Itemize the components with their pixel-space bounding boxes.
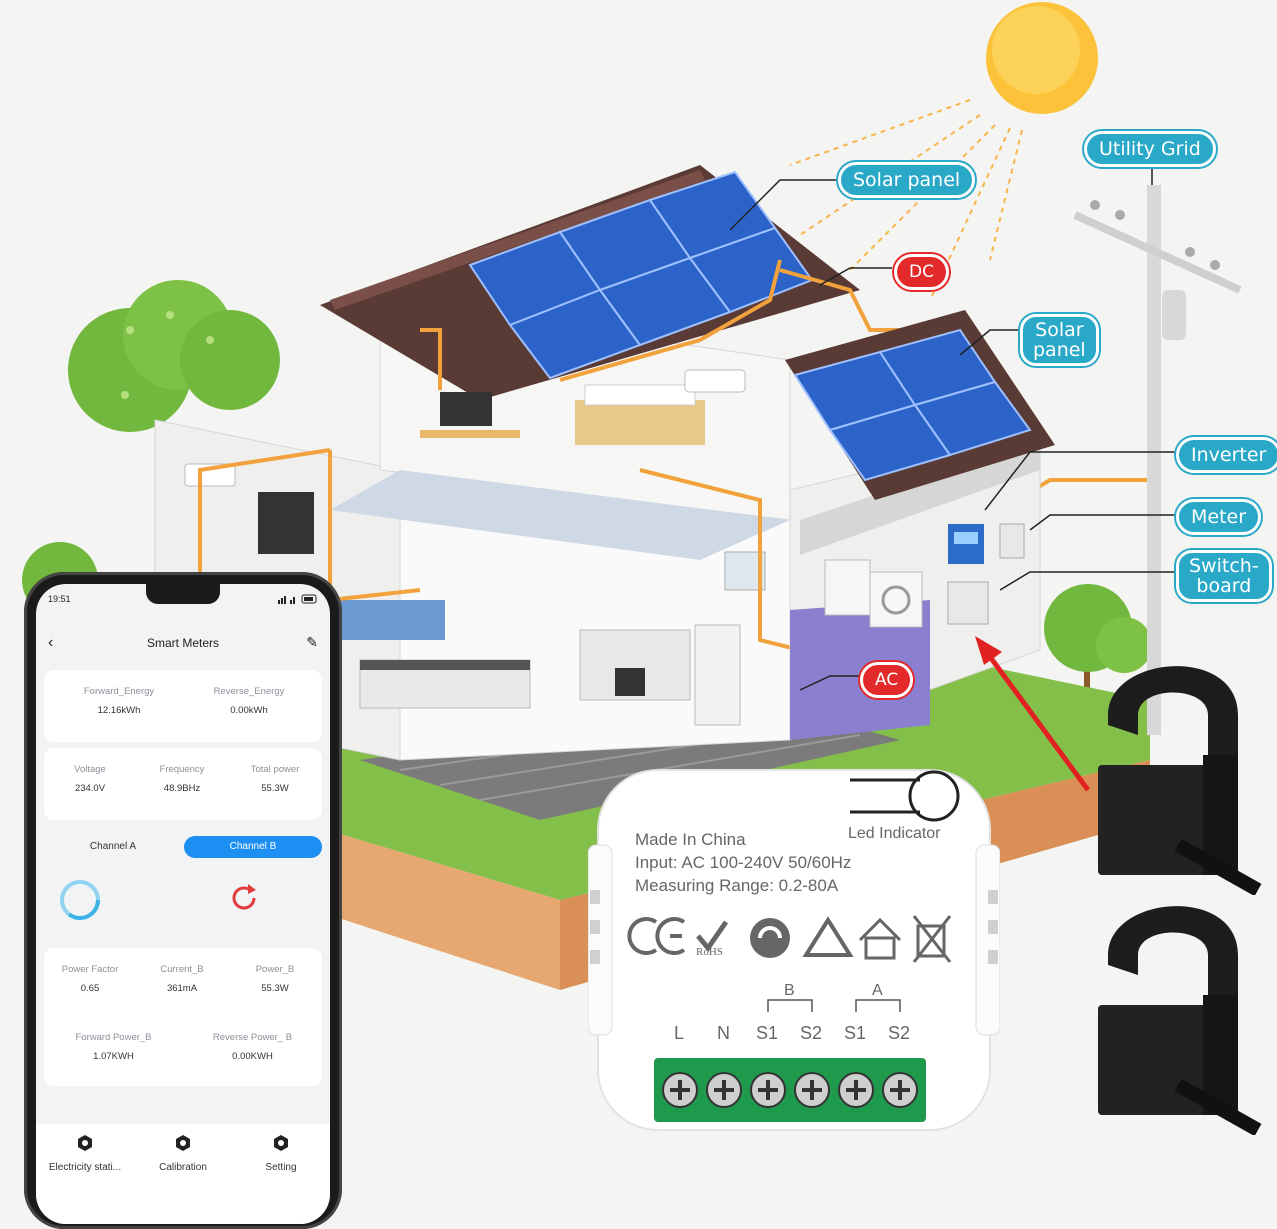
app-header: ‹ Smart Meters ✎	[36, 630, 330, 658]
status-time: 19:51	[48, 594, 71, 604]
readings-card: Voltage 234.0V Frequency 48.9BHz Total p…	[44, 748, 322, 820]
reverse-energy: Reverse_Energy 0.00kWh	[184, 686, 314, 716]
voltage-label: Voltage	[74, 764, 106, 775]
total-power-label: Total power	[250, 764, 300, 775]
terminal-label-a-s2: S2	[888, 1023, 911, 1043]
smartphone: 19:51 ‹ Smart Meters ✎ Forward_Energy 12…	[24, 572, 342, 1229]
ac-label: AC	[860, 662, 914, 698]
hexagon-gear-icon	[176, 1135, 190, 1151]
reverse-energy-label: Reverse_Energy	[213, 686, 285, 697]
frequency-label: Frequency	[159, 764, 205, 775]
utility-grid-label: Utility Grid	[1084, 131, 1216, 167]
current-b: Current_B 361mA	[136, 964, 228, 994]
group-a-label: A	[872, 982, 883, 999]
input-spec-label: Input: AC 100-240V 50/60Hz	[635, 853, 852, 872]
rohs-label: RoHS	[696, 946, 723, 958]
terminal-label-b-s2: S2	[800, 1023, 823, 1043]
calibration-button[interactable]: Calibration	[134, 1134, 232, 1173]
smart-meter-module: Made In China Input: AC 100-240V 50/60Hz…	[587, 740, 1001, 1140]
voltage-value: 234.0V	[74, 783, 106, 794]
current-clamp-bottom-icon	[1098, 906, 1262, 1135]
power-b-value: 55.3W	[261, 983, 289, 994]
current-b-label: Current_B	[160, 964, 204, 975]
electricity-stats-button[interactable]: Electricity stati...	[36, 1134, 134, 1173]
power-factor-value: 0.65	[80, 983, 100, 994]
tab-channel-a[interactable]: Channel A	[44, 836, 182, 858]
bottom-toolbar: Electricity stati... Calibration Setting	[36, 1124, 330, 1224]
setting-button[interactable]: Setting	[232, 1134, 330, 1173]
frequency: Frequency 48.9BHz	[136, 764, 228, 794]
terminal-label-a-s1: S1	[844, 1023, 867, 1043]
current-b-value: 361mA	[166, 983, 198, 994]
edit-pencil-icon[interactable]: ✎	[306, 634, 318, 651]
frequency-value: 48.9BHz	[163, 783, 201, 794]
app-screen: 19:51 ‹ Smart Meters ✎ Forward_Energy 12…	[36, 584, 330, 1224]
loading-ring-icon	[60, 880, 100, 920]
power-factor-label: Power Factor	[61, 964, 119, 975]
voltage: Voltage 234.0V	[44, 764, 136, 794]
led-indicator-label: Led Indicator	[848, 825, 941, 842]
signal-battery-icon	[278, 594, 317, 604]
forward-energy-label: Forward_Energy	[83, 686, 155, 697]
measuring-range-label: Measuring Range: 0.2-80A	[635, 876, 839, 895]
reverse-power-b-label: Reverse Power_ B	[212, 1032, 293, 1043]
calibration-label: Calibration	[159, 1162, 207, 1173]
forward-power-b: Forward Power_B 1.07KWH	[44, 1032, 183, 1062]
solar-panel-roof-label: Solar panel	[838, 162, 976, 198]
tab-channel-b[interactable]: Channel B	[184, 836, 322, 858]
power-factor: Power Factor 0.65	[44, 964, 136, 994]
setting-label: Setting	[265, 1162, 297, 1173]
power-b: Power_B 55.3W	[228, 964, 322, 994]
terminal-label-l: L	[674, 1023, 685, 1043]
total-power-value: 55.3W	[261, 783, 289, 794]
inverter-label: Inverter	[1176, 437, 1277, 473]
status-icons	[278, 594, 318, 606]
switchboard-label: Switch- board	[1176, 550, 1272, 602]
channel-b-card: Power Factor 0.65 Current_B 361mA Power_…	[44, 948, 322, 1086]
forward-energy: Forward_Energy 12.16kWh	[54, 686, 184, 716]
forward-power-b-value: 1.07KWH	[93, 1051, 134, 1062]
total-power: Total power 55.3W	[228, 764, 322, 794]
reverse-energy-value: 0.00kWh	[230, 705, 268, 716]
forward-power-b-label: Forward Power_B	[75, 1032, 152, 1043]
page-title: Smart Meters	[146, 636, 219, 650]
group-b-label: B	[784, 982, 795, 999]
forward-energy-value: 12.16kWh	[97, 705, 141, 716]
energy-card: Forward_Energy 12.16kWh Reverse_Energy 0…	[44, 670, 322, 742]
module-body	[587, 769, 1001, 1131]
reverse-power-b: Reverse Power_ B 0.00KWH	[183, 1032, 322, 1062]
solar-panel-annex-label: Solar panel	[1020, 314, 1099, 366]
refresh-icon[interactable]	[226, 880, 262, 916]
dc-label: DC	[894, 254, 949, 290]
phone-notch	[146, 584, 220, 604]
meter-label: Meter	[1176, 499, 1262, 535]
terminal-label-b-s1: S1	[756, 1023, 779, 1043]
current-clamp-top-icon	[1098, 666, 1262, 895]
reverse-power-b-value: 0.00KWH	[232, 1051, 273, 1062]
electricity-stats-label: Electricity stati...	[48, 1162, 122, 1173]
power-b-label: Power_B	[255, 964, 295, 975]
sun-icon	[789, 2, 1098, 301]
terminal-label-n: N	[717, 1023, 730, 1043]
hexagon-gear-icon	[78, 1135, 92, 1151]
made-in-label: Made In China	[635, 830, 746, 849]
hexagon-gear-icon	[274, 1135, 288, 1151]
green-dot-icon	[750, 918, 790, 958]
channel-tabs: Channel A Channel B	[44, 836, 322, 860]
